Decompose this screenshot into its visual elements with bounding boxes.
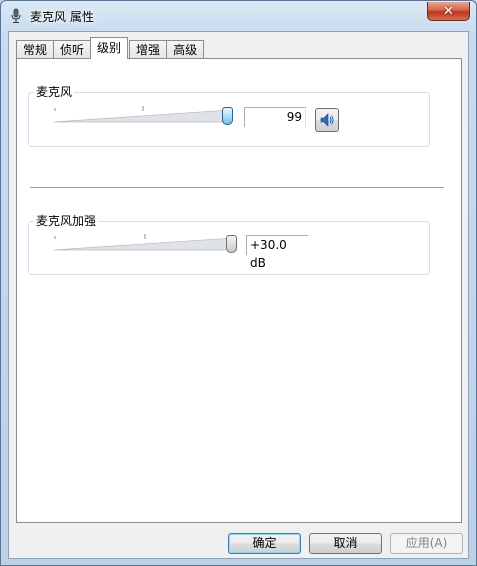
microphone-slider-thumb[interactable] [222,107,233,125]
microphone-icon [11,8,21,23]
boost-slider-track [54,234,235,251]
apply-button[interactable]: 应用(A) [390,533,463,554]
ok-button[interactable]: 确定 [228,533,301,554]
title-bar[interactable]: 麦克风 属性 ✕ [1,1,476,31]
tab-levels[interactable]: 级别 [90,37,129,59]
microphone-level-value[interactable]: 99 [244,107,306,127]
microphone-boost-label: 麦克风加强 [34,214,99,228]
speaker-icon [320,113,334,127]
microphone-slider-track [54,106,231,123]
tab-strip: 常规 侦听 级别 增强 高级 [16,37,205,59]
mute-button[interactable] [315,108,339,132]
section-separator [30,187,444,189]
dialog-client-area: 常规 侦听 级别 增强 高级 麦克风 99 麦克风加强 +30.0 dB 确定 … [8,31,469,559]
window-title: 麦克风 属性 [30,10,94,24]
levels-panel: 麦克风 99 麦克风加强 +30.0 dB [16,58,462,523]
tab-listen[interactable]: 侦听 [53,40,92,59]
boost-slider-thumb[interactable] [226,235,237,253]
boost-level-value[interactable]: +30.0 dB [246,235,308,270]
tab-enhancements[interactable]: 增强 [129,40,168,59]
microphone-group: 麦克风 99 [28,85,430,147]
tab-advanced[interactable]: 高级 [166,40,205,59]
properties-window: 麦克风 属性 ✕ 常规 侦听 级别 增强 高级 麦克风 99 麦克风加强 +30… [0,0,477,566]
close-button[interactable]: ✕ [427,2,470,21]
tab-general[interactable]: 常规 [16,40,55,59]
cancel-button[interactable]: 取消 [309,533,382,554]
close-icon: ✕ [443,3,454,19]
microphone-boost-group: 麦克风加强 +30.0 dB [28,214,430,275]
microphone-label: 麦克风 [34,85,75,99]
